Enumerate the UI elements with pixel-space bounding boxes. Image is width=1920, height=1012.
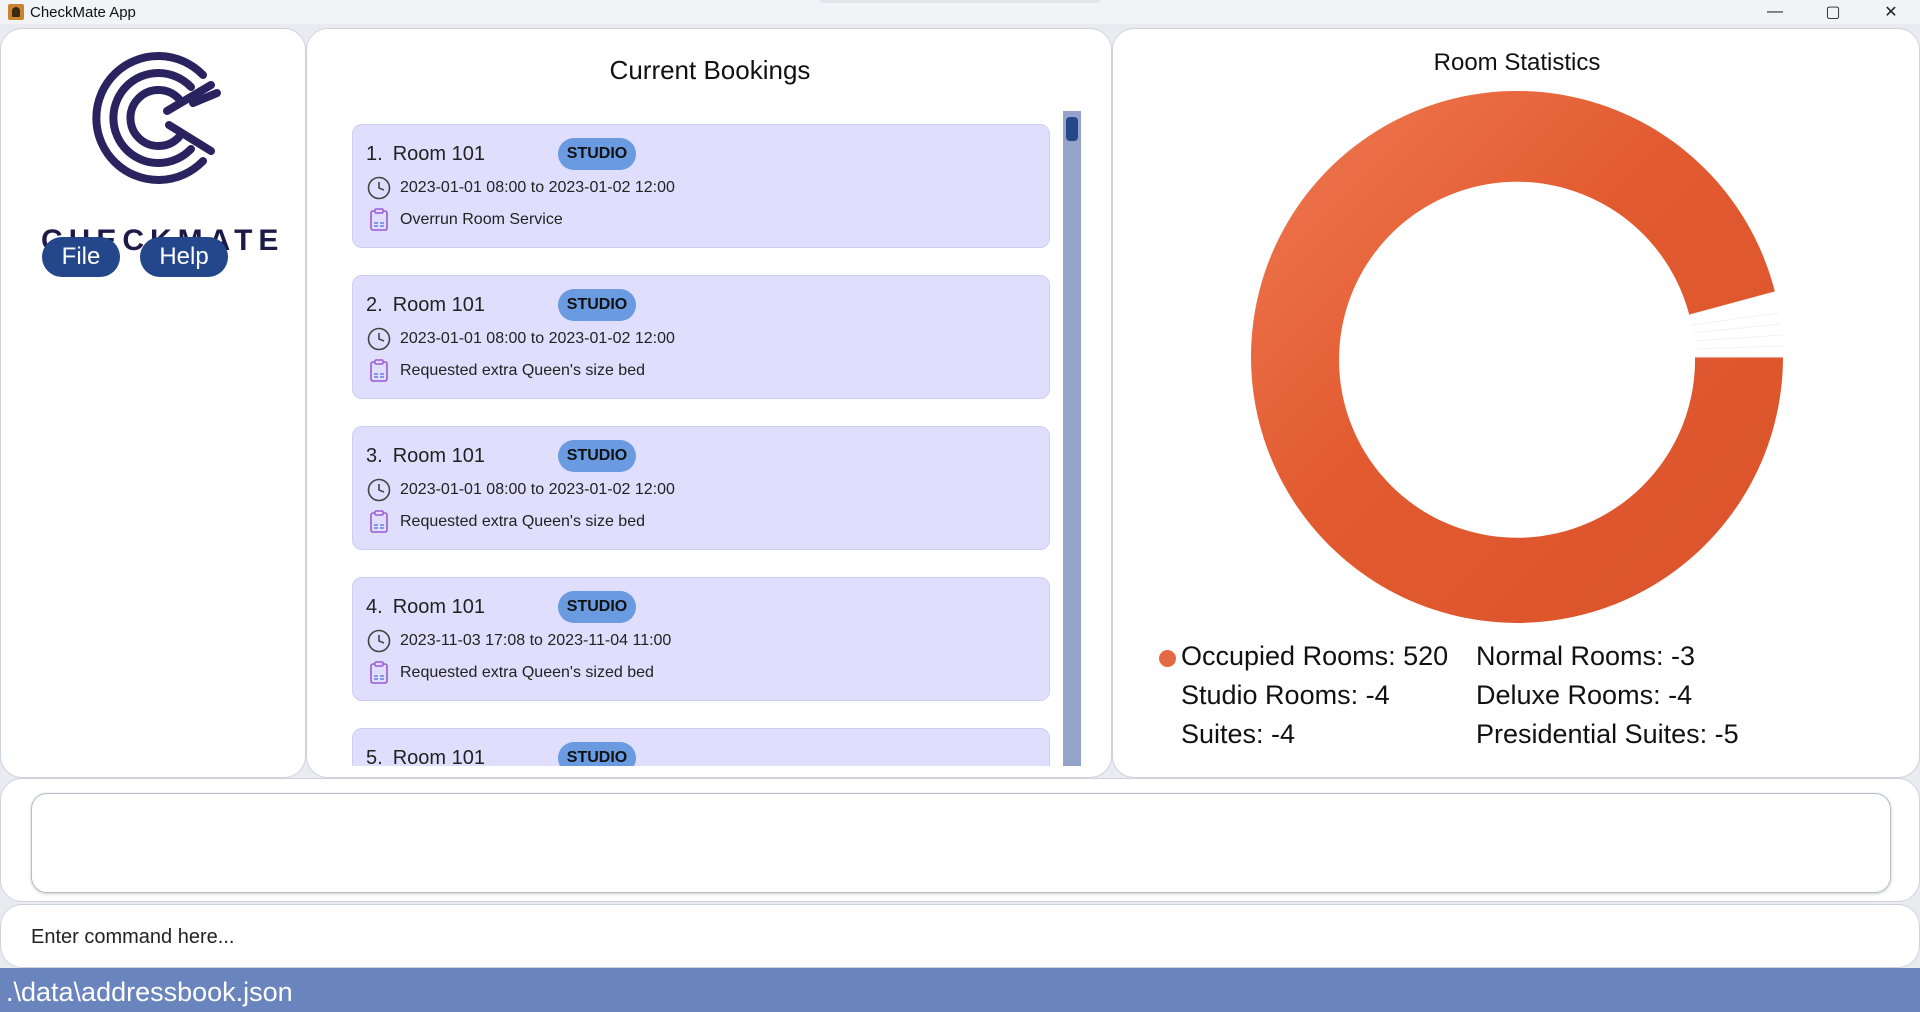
scrollbar-thumb[interactable] bbox=[1066, 117, 1078, 141]
clipboard-icon bbox=[370, 661, 388, 684]
command-panel bbox=[0, 904, 1920, 968]
booking-room: Room 101 bbox=[392, 596, 485, 618]
booking-note: Requested extra Queen's size bed bbox=[400, 513, 645, 530]
app-icon bbox=[8, 4, 24, 20]
booking-card[interactable]: 1. Room 101 STUDIO 2023-01-01 08:00 to 20… bbox=[352, 124, 1050, 248]
clipboard-icon bbox=[370, 359, 388, 382]
booking-period-row: 2023-11-03 17:08 to 2023-11-04 11:00 bbox=[366, 628, 671, 654]
occupancy-donut-chart bbox=[1251, 90, 1783, 623]
booking-room: Room 101 bbox=[392, 445, 485, 467]
status-bar: .\data\addressbook.json bbox=[0, 968, 1920, 1012]
title-bar: CheckMate App — ▢ ✕ bbox=[0, 0, 1920, 24]
bookings-scrollbar[interactable] bbox=[1063, 111, 1081, 766]
booking-index: 2. bbox=[366, 294, 383, 316]
maximize-button[interactable]: ▢ bbox=[1804, 0, 1862, 24]
deluxe-rooms-label: Deluxe Rooms: -4 bbox=[1476, 680, 1693, 710]
booking-card[interactable]: 5. Room 101 STUDIO bbox=[352, 728, 1050, 766]
booking-room: Room 101 bbox=[392, 143, 485, 165]
booking-period-row: 2023-01-01 08:00 to 2023-01-02 12:00 bbox=[366, 477, 675, 503]
booking-note-row: Requested extra Queen's size bed bbox=[366, 509, 645, 535]
booking-note: Requested extra Queen's size bed bbox=[400, 362, 645, 379]
file-menu-button[interactable]: File bbox=[42, 237, 120, 277]
booking-index: 1. bbox=[366, 143, 383, 165]
clipboard-icon bbox=[370, 208, 388, 231]
booking-note-row: Requested extra Queen's size bed bbox=[366, 358, 645, 384]
booking-card[interactable]: 2. Room 101 STUDIO 2023-01-01 08:00 to 20… bbox=[352, 275, 1050, 399]
booking-header: 1. Room 101 bbox=[366, 143, 485, 166]
normal-rooms-label: Normal Rooms: -3 bbox=[1476, 641, 1696, 671]
room-type-tag: STUDIO bbox=[558, 138, 636, 170]
clock-icon bbox=[367, 327, 391, 351]
window-controls: — ▢ ✕ bbox=[1746, 0, 1920, 24]
booking-note: Requested extra Queen's sized bed bbox=[400, 664, 654, 681]
booking-card[interactable]: 3. Room 101 STUDIO 2023-01-01 08:00 to 20… bbox=[352, 426, 1050, 550]
result-display bbox=[31, 793, 1891, 893]
clock-icon bbox=[367, 478, 391, 502]
room-type-tag: STUDIO bbox=[558, 440, 636, 472]
legend-occupied: Occupied Rooms: 520 bbox=[1159, 641, 1449, 672]
booking-header: 2. Room 101 bbox=[366, 294, 485, 317]
data-file-path: .\data\addressbook.json bbox=[6, 977, 293, 1007]
booking-header: 4. Room 101 bbox=[366, 596, 485, 619]
booking-room: Room 101 bbox=[392, 747, 485, 766]
booking-room: Room 101 bbox=[392, 294, 485, 316]
clipboard-icon bbox=[370, 510, 388, 533]
room-type-tag: STUDIO bbox=[558, 591, 636, 623]
sidebar-panel: CHECKMATE File Help bbox=[0, 28, 306, 778]
booking-index: 3. bbox=[366, 445, 383, 467]
checkmate-logo-icon bbox=[92, 52, 221, 184]
occupied-rooms-label: Occupied Rooms: 520 bbox=[1181, 641, 1449, 671]
studio-rooms-label: Studio Rooms: -4 bbox=[1181, 680, 1390, 710]
booking-note-row: Overrun Room Service bbox=[366, 207, 563, 233]
booking-header: 5. Room 101 bbox=[366, 747, 485, 766]
booking-header: 3. Room 101 bbox=[366, 445, 485, 468]
bookings-list[interactable]: 1. Room 101 STUDIO 2023-01-01 08:00 to 20… bbox=[352, 124, 1062, 766]
booking-period-row: 2023-01-01 08:00 to 2023-01-02 12:00 bbox=[366, 175, 675, 201]
result-panel bbox=[0, 778, 1920, 902]
booking-period: 2023-01-01 08:00 to 2023-01-02 12:00 bbox=[400, 481, 675, 498]
command-input[interactable] bbox=[31, 917, 1891, 957]
window-title: CheckMate App bbox=[30, 3, 136, 21]
occupied-legend-dot bbox=[1159, 650, 1176, 667]
booking-index: 5. bbox=[366, 747, 383, 766]
bookings-panel: Current Bookings 1. Room 101 STUDIO 2023-… bbox=[306, 28, 1112, 778]
room-statistics-panel: Room Statistics Occupied Rooms: 520 Norm… bbox=[1112, 28, 1920, 778]
clock-icon bbox=[367, 629, 391, 653]
title-bar-drag-indicator bbox=[820, 0, 1100, 3]
minimize-button[interactable]: — bbox=[1746, 0, 1804, 24]
presidential-suites-label: Presidential Suites: -5 bbox=[1476, 719, 1739, 749]
booking-period: 2023-01-01 08:00 to 2023-01-02 12:00 bbox=[400, 179, 675, 196]
room-type-tag: STUDIO bbox=[558, 742, 636, 766]
booking-note-row: Requested extra Queen's sized bed bbox=[366, 660, 654, 686]
bookings-title: Current Bookings bbox=[609, 55, 811, 85]
booking-period-row: 2023-01-01 08:00 to 2023-01-02 12:00 bbox=[366, 326, 675, 352]
help-menu-button[interactable]: Help bbox=[140, 237, 228, 277]
close-button[interactable]: ✕ bbox=[1862, 0, 1920, 24]
booking-card[interactable]: 4. Room 101 STUDIO 2023-11-03 17:08 to 20… bbox=[352, 577, 1050, 701]
booking-note: Overrun Room Service bbox=[400, 211, 563, 228]
room-type-tag: STUDIO bbox=[558, 289, 636, 321]
clock-icon bbox=[367, 176, 391, 200]
booking-period: 2023-01-01 08:00 to 2023-01-02 12:00 bbox=[400, 330, 675, 347]
suites-label: Suites: -4 bbox=[1181, 719, 1296, 749]
booking-index: 4. bbox=[366, 596, 383, 618]
booking-period: 2023-11-03 17:08 to 2023-11-04 11:00 bbox=[400, 632, 672, 649]
stats-title: Room Statistics bbox=[1433, 49, 1601, 76]
